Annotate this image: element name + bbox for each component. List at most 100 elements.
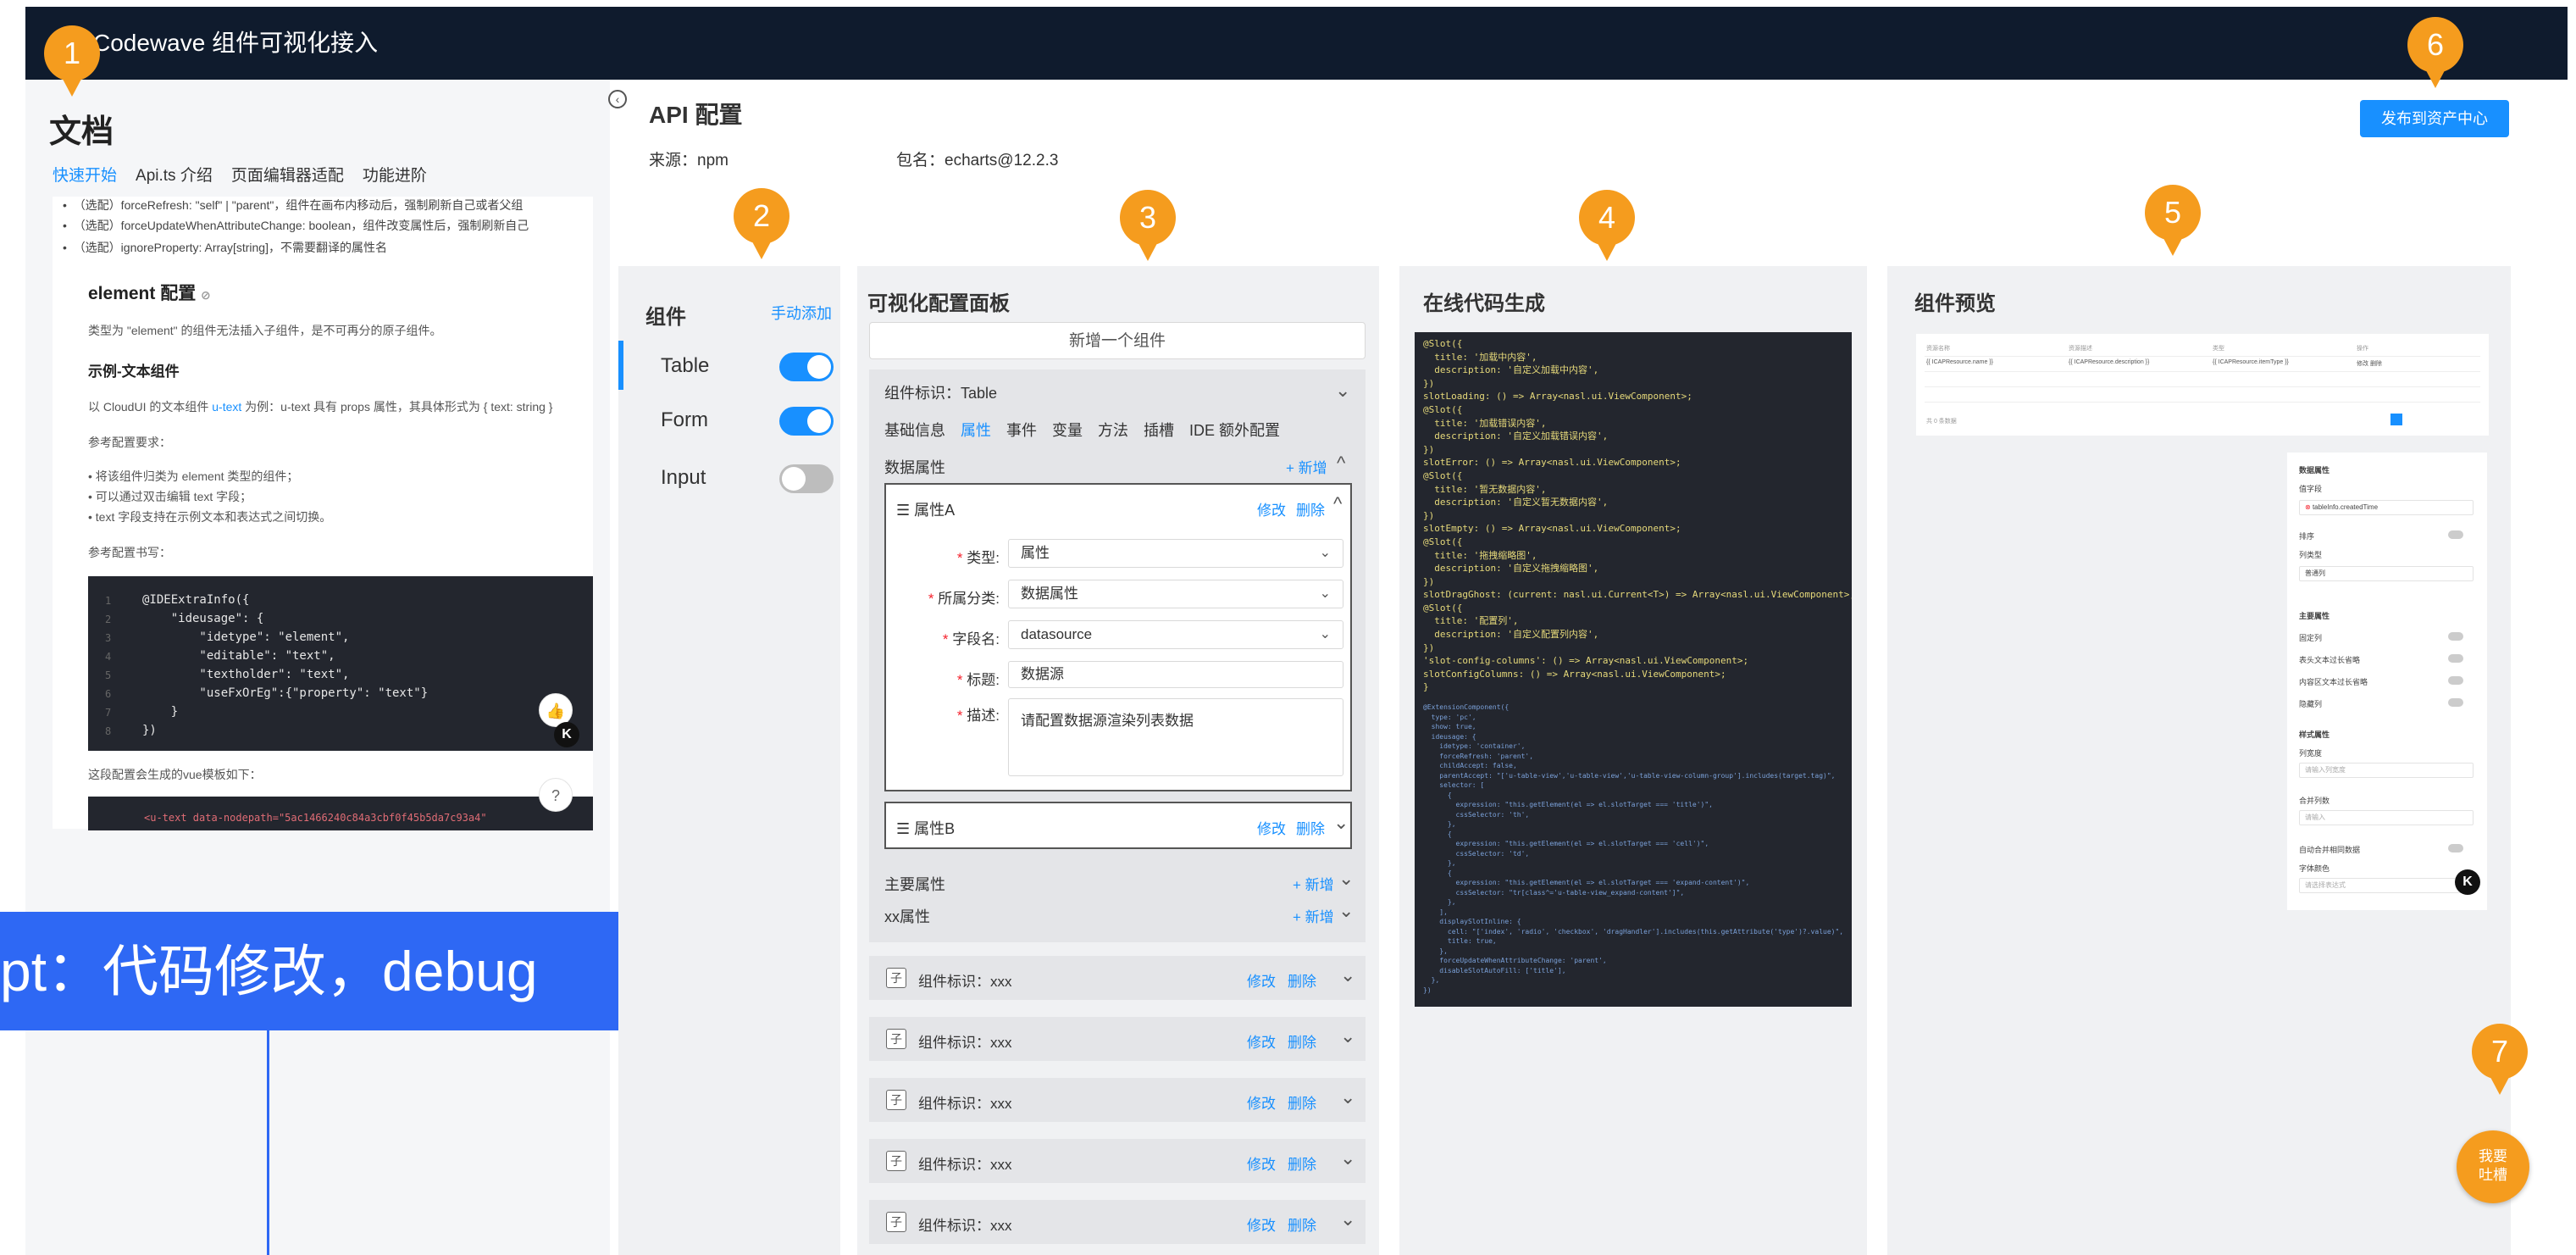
help-icon[interactable]: ? [539, 778, 573, 812]
component-item-table[interactable]: Table [661, 354, 709, 378]
collapsed-component-row[interactable]: 子 组件标识：xxx 修改 删除 ⌄ [869, 956, 1366, 1000]
code-panel-title: 在线代码生成 [1423, 292, 1545, 315]
input-toggle[interactable] [779, 464, 834, 493]
doc-code-block: 1 @IDEExtraInfo({ 2 "ideusage": { 3 "idet… [88, 576, 593, 751]
delete-link[interactable]: 删除 [1288, 1213, 1316, 1235]
tab-page-editor[interactable]: 页面编辑器适配 [231, 163, 344, 186]
element-heading: element 配置 ⊘ [88, 284, 211, 303]
tab-api-intro[interactable]: Api.ts 介绍 [136, 163, 213, 186]
req-heading: 参考配置要求： [88, 436, 171, 449]
width-input[interactable]: 请输入列宽度 [2299, 763, 2474, 778]
link-icon: ⊘ [201, 288, 211, 302]
pager-current-page[interactable] [2390, 414, 2402, 425]
chevron-down-icon[interactable]: ⌄ [1340, 1025, 1355, 1047]
chevron-down-icon[interactable]: ⌄ [1340, 1086, 1355, 1108]
chevron-down-icon[interactable]: ⌄ [1333, 812, 1349, 834]
font-color-input[interactable]: 请选择表达式 [2299, 878, 2474, 893]
delete-link[interactable]: 删除 [1288, 1152, 1316, 1174]
edit-link[interactable]: 修改 [1247, 969, 1276, 991]
api-title: API 配置 [649, 102, 743, 128]
example-desc: 以 CloudUI 的文本组件 u-text 为例：u-text 具有 prop… [88, 400, 553, 414]
delete-attribute-b[interactable]: 删除 [1296, 817, 1325, 838]
child-tag: 子 [886, 1151, 906, 1171]
delete-attribute-a[interactable]: 删除 [1296, 498, 1325, 519]
code-heading: 参考配置书写： [88, 546, 171, 559]
edit-attribute-b[interactable]: 修改 [1257, 817, 1286, 838]
edit-link[interactable]: 修改 [1247, 1091, 1276, 1113]
component-id: 组件标识：Table [884, 385, 998, 402]
title-input[interactable]: 数据源 [1008, 661, 1343, 688]
selected-indicator [618, 341, 623, 390]
top-bar: Codewave 组件可视化接入 [25, 7, 2568, 80]
assistant-logo-icon[interactable]: K [554, 722, 579, 747]
edit-attribute-a[interactable]: 修改 [1257, 498, 1286, 519]
field-name-select[interactable]: datasource ⌄ [1008, 620, 1343, 649]
chevron-up-icon[interactable]: ^ [1337, 453, 1345, 475]
merge-input[interactable]: 请输入 [2299, 810, 2474, 825]
tab-variables[interactable]: 变量 [1052, 419, 1083, 441]
collapsed-component-row[interactable]: 子 组件标识：xxx 修改 删除 ⌄ [869, 1017, 1366, 1061]
component-item-input[interactable]: Input [661, 466, 706, 490]
tab-basic-info[interactable]: 基础信息 [884, 419, 945, 441]
tab-methods[interactable]: 方法 [1098, 419, 1128, 441]
header-ellipsis-toggle[interactable] [2448, 654, 2463, 663]
edit-link[interactable]: 修改 [1247, 1152, 1276, 1174]
assistant-logo-icon[interactable]: K [2455, 869, 2480, 895]
chevron-down-icon: ⌄ [1319, 627, 1331, 641]
fixed-toggle[interactable] [2448, 632, 2463, 641]
chevron-down-icon[interactable]: ⌄ [1340, 1147, 1355, 1169]
category-select[interactable]: 数据属性 ⌄ [1008, 580, 1343, 608]
description-textarea[interactable]: 请配置数据源渲染列表数据 [1008, 698, 1343, 776]
collapse-docs-icon[interactable]: ‹ [608, 90, 627, 108]
doc-bullet: • （选配）forceUpdateWhenAttributeChange: bo… [63, 219, 529, 232]
chevron-up-icon[interactable]: ^ [1333, 493, 1342, 515]
step-marker-3: 3 [1120, 190, 1176, 263]
component-item-form[interactable]: Form [661, 408, 708, 432]
u-text-link[interactable]: u-text [212, 400, 241, 414]
delete-link[interactable]: 删除 [1288, 969, 1316, 991]
auto-merge-toggle[interactable] [2448, 844, 2463, 852]
column-type-select[interactable]: 普通列 [2299, 566, 2474, 581]
chevron-down-icon[interactable]: ⌄ [1335, 380, 1350, 402]
delete-link[interactable]: 删除 [1288, 1091, 1316, 1113]
type-select[interactable]: 属性 ⌄ [1008, 539, 1343, 568]
collapsed-component-row[interactable]: 子 组件标识：xxx 修改 删除 ⌄ [869, 1200, 1366, 1244]
chevron-down-icon[interactable]: ⌄ [1338, 868, 1354, 890]
caption-banner: pt：代码修改，debug [0, 912, 713, 1030]
config-panel-title: 可视化配置面板 [867, 292, 1010, 315]
form-toggle[interactable] [779, 407, 834, 436]
tab-advanced[interactable]: 功能进阶 [363, 163, 427, 186]
chevron-down-icon[interactable]: ⌄ [1338, 900, 1354, 922]
manual-add-link[interactable]: 手动添加 [771, 302, 832, 324]
preview-props-panel: 数据属性 值字段 ⊗ tableInfo.createdTime 排序 列类型 … [2287, 453, 2487, 910]
tab-quick-start[interactable]: 快速开始 [53, 163, 117, 186]
publish-button[interactable]: 发布到资产中心 [2360, 100, 2509, 137]
xx-props-label: xx属性 [884, 908, 930, 925]
new-component-button[interactable]: 新增一个组件 [869, 322, 1366, 359]
collapsed-component-row[interactable]: 子 组件标识：xxx 修改 删除 ⌄ [869, 1078, 1366, 1122]
package-label: 包名：echarts@12.2.3 [896, 152, 1059, 169]
drag-handle-icon[interactable]: ☰ [896, 820, 910, 837]
add-xx-prop-button[interactable]: + 新增 [1293, 905, 1334, 926]
delete-link[interactable]: 删除 [1288, 1030, 1316, 1052]
tab-slots[interactable]: 插槽 [1144, 419, 1174, 441]
collapsed-component-row[interactable]: 子 组件标识：xxx 修改 删除 ⌄ [869, 1139, 1366, 1183]
tab-ide-extra[interactable]: IDE 额外配置 [1189, 419, 1280, 441]
value-field-input[interactable]: ⊗ tableInfo.createdTime [2299, 500, 2474, 515]
chevron-down-icon[interactable]: ⌄ [1340, 964, 1355, 986]
add-main-prop-button[interactable]: + 新增 [1293, 873, 1334, 894]
tab-properties[interactable]: 属性 [961, 419, 991, 441]
attribute-b-title: ☰ 属性B [896, 820, 956, 837]
edit-link[interactable]: 修改 [1247, 1030, 1276, 1052]
drag-handle-icon[interactable]: ☰ [896, 502, 910, 519]
feedback-button[interactable]: 我要 吐槽 [2457, 1130, 2529, 1203]
sort-toggle[interactable] [2448, 530, 2463, 539]
content-ellipsis-toggle[interactable] [2448, 676, 2463, 685]
title-label: * 标题: [956, 672, 1000, 688]
edit-link[interactable]: 修改 [1247, 1213, 1276, 1235]
hidden-toggle[interactable] [2448, 698, 2463, 707]
chevron-down-icon[interactable]: ⌄ [1340, 1208, 1355, 1230]
tab-events[interactable]: 事件 [1006, 419, 1037, 441]
table-toggle[interactable] [779, 353, 834, 381]
add-data-prop-button[interactable]: + 新增 [1286, 456, 1327, 477]
